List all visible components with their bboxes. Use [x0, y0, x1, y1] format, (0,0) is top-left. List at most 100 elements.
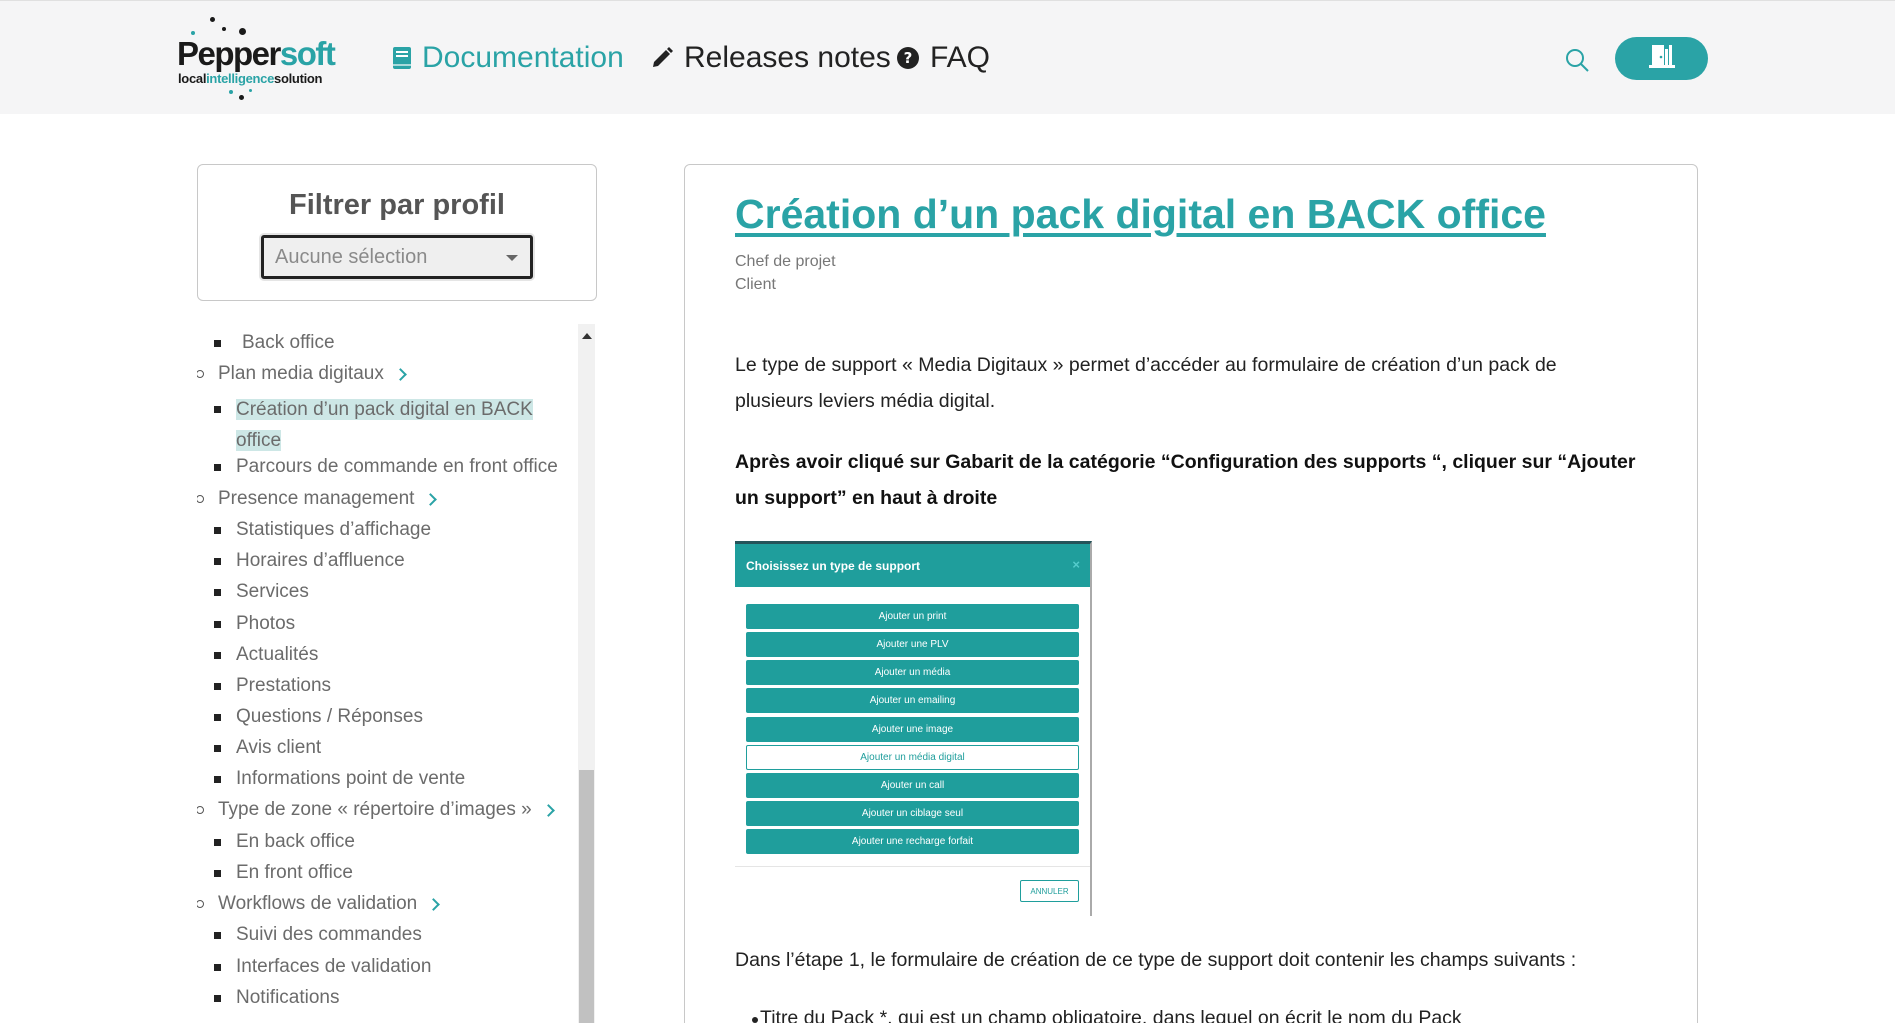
logo-wordmark: Peppersoft — [177, 35, 336, 72]
chevron-right-icon[interactable] — [393, 367, 407, 381]
square-bullet-icon — [214, 839, 221, 846]
tree-item-label: Informations point de vente — [236, 768, 466, 789]
nav-faq[interactable]: ? FAQ — [896, 41, 990, 75]
tree-item-questions-reponses[interactable]: Questions / Réponses — [214, 706, 423, 728]
tree-item-notifications[interactable]: Notifications — [214, 987, 340, 1009]
profile-select[interactable]: Aucune sélection — [261, 235, 533, 279]
square-bullet-icon — [214, 745, 221, 752]
option-ajouter-print: Ajouter un print — [746, 604, 1079, 629]
top-header: Peppersoft localintelligencesolution Doc… — [0, 0, 1895, 114]
peppersoft-logo[interactable]: Peppersoft localintelligencesolution — [177, 15, 347, 103]
tree-item-label: En front office — [236, 862, 353, 883]
circle-bullet-icon — [197, 900, 204, 908]
tree-item-avis-client[interactable]: Avis client — [214, 737, 321, 759]
tree-item-workflows-validation[interactable]: Workflows de validation — [197, 893, 441, 915]
tree-item-photos[interactable]: Photos — [214, 613, 295, 635]
tree-item-informations-pdv[interactable]: Informations point de vente — [214, 768, 466, 790]
chevron-down-icon — [506, 255, 518, 261]
nav-releases-notes-label: Releases notes — [684, 41, 891, 74]
tree-item-label: Type de zone « répertoire d’images » — [218, 799, 532, 820]
article-panel: Création d’un pack digital en BACK offic… — [684, 164, 1698, 1023]
role-client: Client — [735, 276, 776, 293]
profile-filter-panel: Filtrer par profil Aucune sélection — [197, 164, 597, 301]
article-title[interactable]: Création d’un pack digital en BACK offic… — [735, 191, 1546, 238]
tree-item-actualites[interactable]: Actualités — [214, 644, 318, 666]
square-bullet-icon — [214, 995, 221, 1002]
tree-item-back-office[interactable]: Back office — [214, 332, 335, 354]
option-ajouter-ciblage: Ajouter un ciblage seul — [746, 801, 1079, 826]
tree-item-suivi-commandes[interactable]: Suivi des commandes — [214, 924, 422, 946]
option-ajouter-media-digital: Ajouter un média digital — [746, 745, 1079, 770]
step-paragraph: Dans l’étape 1, le formulaire de créatio… — [735, 949, 1577, 971]
tree-item-horaires-affluence[interactable]: Horaires d’affluence — [214, 550, 405, 572]
list-item-text: Titre du Pack *, qui est un champ obliga… — [760, 1007, 1462, 1023]
tree-item-presence-management[interactable]: Presence management — [197, 488, 438, 510]
question-circle-icon: ? — [896, 46, 920, 70]
intro-paragraph: Le type de support « Media Digitaux » pe… — [735, 347, 1655, 419]
square-bullet-icon — [214, 776, 221, 783]
tree-item-services[interactable]: Services — [214, 581, 309, 603]
tree-item-label: Workflows de validation — [218, 893, 418, 914]
tree-item-label: Prestations — [236, 675, 332, 696]
modal-footer-divider — [735, 866, 1090, 867]
instruction-line: Après avoir cliqué sur Gabarit de la cat… — [735, 451, 1636, 473]
tree-item-label: Statistiques d’affichage — [236, 519, 432, 540]
list-bullet-icon — [752, 1017, 758, 1023]
tree-item-label: Notifications — [236, 987, 340, 1008]
tree-item-label: Presence management — [218, 488, 415, 509]
tree-item-label: Suivi des commandes — [236, 924, 422, 945]
tree-item-label: En back office — [236, 831, 356, 852]
tree-item-en-front-office[interactable]: En front office — [214, 862, 353, 884]
logo-dot — [239, 95, 244, 100]
nav-documentation-label: Documentation — [422, 41, 624, 74]
square-bullet-icon — [214, 652, 221, 659]
tree-item-creation-pack-digital[interactable]: Création d’un pack digital en BACK offic… — [214, 394, 533, 456]
svg-text:?: ? — [904, 49, 913, 67]
square-bullet-icon — [214, 870, 221, 877]
tree-item-label: Parcours de commande en front office — [236, 456, 558, 477]
square-bullet-icon — [214, 464, 221, 471]
tree-item-label: Questions / Réponses — [236, 706, 423, 727]
square-bullet-icon — [214, 714, 221, 721]
tree-item-parcours-commande[interactable]: Parcours de commande en front office — [214, 456, 558, 478]
chevron-right-icon[interactable] — [427, 897, 441, 911]
nav-releases-notes[interactable]: Releases notes — [650, 41, 891, 75]
nav-documentation[interactable]: Documentation — [392, 41, 624, 75]
option-ajouter-emailing: Ajouter un emailing — [746, 688, 1079, 713]
book-icon — [392, 46, 412, 70]
square-bullet-icon — [214, 340, 221, 347]
tree-item-plan-media-digitaux[interactable]: Plan media digitaux — [197, 363, 407, 385]
chevron-right-icon[interactable] — [424, 492, 438, 506]
door-icon — [1648, 43, 1676, 74]
option-ajouter-plv: Ajouter une PLV — [746, 632, 1079, 657]
search-icon[interactable] — [1564, 47, 1590, 73]
option-ajouter-call: Ajouter un call — [746, 773, 1079, 798]
scrollbar-thumb[interactable] — [579, 770, 594, 1023]
logo-dot — [239, 28, 246, 35]
logo-dot — [210, 17, 215, 22]
tree-item-label: Création d’un pack digital en BACK — [236, 399, 533, 420]
logo-dot — [249, 89, 252, 92]
tree-item-label: Services — [236, 581, 309, 602]
square-bullet-icon — [214, 558, 221, 565]
square-bullet-icon — [214, 527, 221, 534]
sidebar-scrollbar[interactable] — [578, 324, 595, 1023]
support-type-modal-screenshot: Choisissez un type de support × Ajouter … — [735, 541, 1092, 916]
scroll-up-arrow-icon[interactable] — [582, 333, 592, 339]
tree-item-type-zone-repertoire[interactable]: Type de zone « répertoire d’images » — [197, 799, 555, 821]
tree-item-interfaces-validation[interactable]: Interfaces de validation — [214, 956, 431, 978]
chevron-right-icon[interactable] — [541, 803, 555, 817]
square-bullet-icon — [214, 932, 221, 939]
square-bullet-icon — [214, 683, 221, 690]
tree-item-prestations[interactable]: Prestations — [214, 675, 332, 697]
intro-line: Le type de support « Media Digitaux » pe… — [735, 354, 1557, 376]
login-button[interactable] — [1615, 37, 1708, 80]
square-bullet-icon — [214, 621, 221, 628]
modal-cancel-button: ANNULER — [1020, 880, 1079, 902]
option-ajouter-recharge: Ajouter une recharge forfait — [746, 829, 1079, 854]
role-chef-de-projet: Chef de projet — [735, 253, 836, 270]
tree-item-label: Horaires d’affluence — [236, 550, 405, 571]
logo-dot — [222, 27, 226, 31]
tree-item-en-back-office[interactable]: En back office — [214, 831, 356, 853]
tree-item-statistiques-affichage[interactable]: Statistiques d’affichage — [214, 519, 432, 541]
